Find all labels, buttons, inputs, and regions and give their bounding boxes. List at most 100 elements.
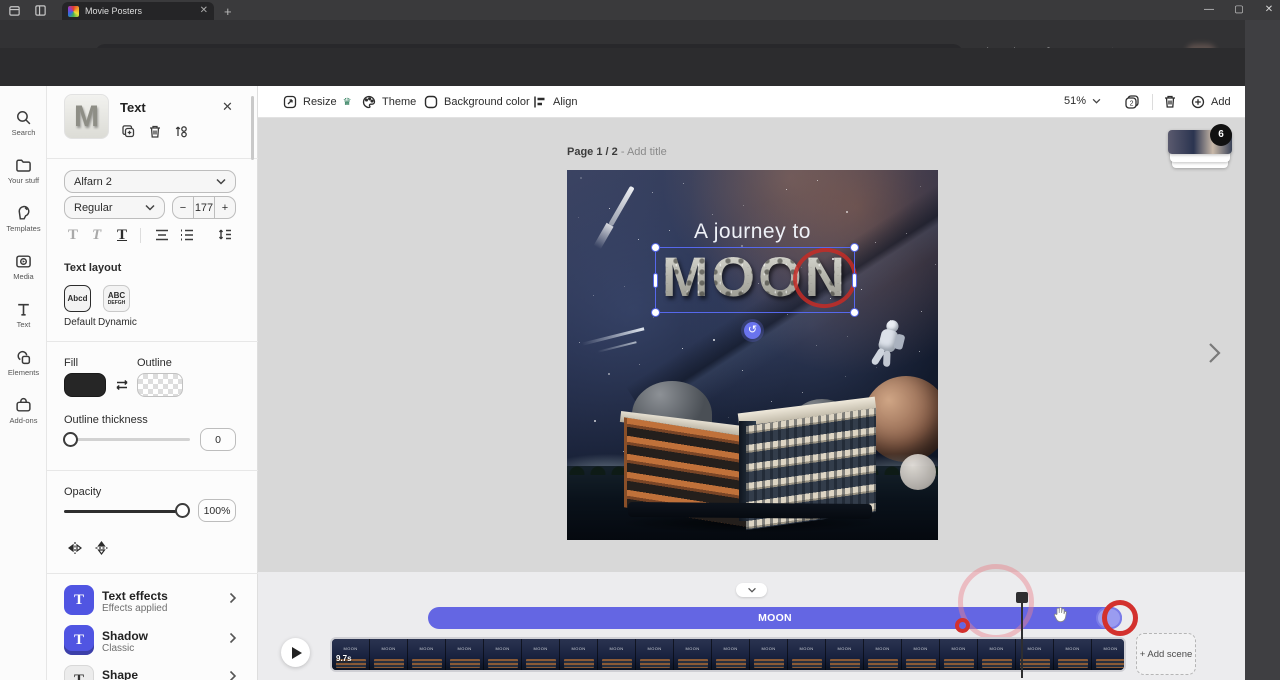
chevron-down-icon	[1092, 98, 1101, 104]
playhead-cap[interactable]	[1016, 592, 1028, 603]
underline-button[interactable]: T	[117, 227, 127, 244]
rotate-handle[interactable]: ↺	[744, 322, 761, 339]
filmstrip-frame: MOON	[1092, 639, 1126, 670]
opacity-value[interactable]: 100%	[198, 499, 236, 522]
selection-handle[interactable]	[651, 308, 660, 317]
rail-item-search[interactable]: Search	[0, 100, 47, 146]
filmstrip-frame: MOON	[712, 639, 750, 670]
text-selection-box[interactable]	[655, 247, 855, 313]
chevron-down-icon	[216, 178, 226, 185]
text-effects-row[interactable]	[229, 592, 237, 604]
line-spacing-button[interactable]	[218, 228, 232, 241]
font-size-increase-button[interactable]: +	[215, 197, 235, 218]
text-effects-subtitle: Effects applied	[102, 603, 167, 614]
filmstrip-frame: MOON	[864, 639, 902, 670]
filmstrip-frame: MOON	[674, 639, 712, 670]
font-size-decrease-button[interactable]: −	[173, 197, 193, 218]
duplicate-icon[interactable]	[121, 124, 136, 139]
next-page-chevron[interactable]	[1208, 342, 1222, 364]
playhead-line[interactable]	[1021, 596, 1023, 678]
opacity-slider[interactable]	[64, 510, 185, 513]
new-tab-button[interactable]: +	[224, 4, 232, 19]
add-scene-button[interactable]: + Add scene	[1136, 633, 1196, 675]
search-icon	[15, 109, 32, 126]
rail-item-templates[interactable]: Templates	[0, 196, 47, 242]
window-maximize-button[interactable]: ▢	[1226, 2, 1252, 18]
opacity-knob[interactable]	[175, 503, 190, 518]
font-weight-value: Regular	[74, 202, 113, 214]
panel-close-icon[interactable]: ✕	[222, 99, 233, 115]
swap-fill-outline-icon[interactable]	[114, 378, 130, 392]
filmstrip-frame: MOON	[940, 639, 978, 670]
delete-page-icon[interactable]	[1163, 94, 1177, 109]
list-button[interactable]	[180, 229, 194, 241]
add-page-button[interactable]: Add	[1191, 95, 1231, 109]
fill-label: Fill	[64, 357, 78, 369]
filmstrip-frame: MOON	[408, 639, 446, 670]
selection-handle[interactable]	[850, 243, 859, 252]
outline-thickness-knob[interactable]	[63, 432, 78, 447]
panel-divider	[47, 341, 258, 342]
flip-horizontal-icon[interactable]	[67, 541, 83, 555]
filmstrip-frame: MOON	[522, 639, 560, 670]
filmstrip[interactable]: MOONMOONMOONMOONMOONMOONMOONMOONMOONMOON…	[330, 637, 1126, 672]
outline-color-swatch[interactable]	[137, 373, 183, 397]
selection-side-handle[interactable]	[653, 273, 658, 288]
rail-item-elements[interactable]: Elements	[0, 340, 47, 386]
font-weight-select[interactable]: Regular	[64, 196, 165, 219]
theme-icon	[362, 95, 376, 109]
align-button[interactable]: Align	[533, 95, 577, 109]
red-annotation-dot	[955, 618, 970, 633]
browser-tab[interactable]: Movie Posters ✕	[62, 2, 214, 20]
theme-button[interactable]: Theme	[362, 95, 416, 109]
rail-item-text[interactable]: Text	[0, 292, 47, 338]
plus-circle-icon	[1191, 95, 1205, 109]
zoom-select[interactable]: 51%	[1064, 95, 1101, 107]
fill-color-swatch[interactable]	[64, 373, 106, 397]
poster-page[interactable]: A journey to MOON ↺	[567, 170, 938, 540]
reorder-layers-icon[interactable]	[174, 124, 189, 139]
templates-icon	[15, 205, 32, 222]
font-family-select[interactable]: Alfarn 2	[64, 170, 236, 193]
rail-item-add-ons[interactable]: Add-ons	[0, 388, 47, 434]
vertical-tabs-icon[interactable]	[34, 4, 47, 17]
layout-default-button[interactable]: Abcd	[64, 285, 91, 312]
rail-item-your-stuff[interactable]: Your stuff	[0, 148, 47, 194]
italic-button[interactable]: T	[92, 227, 101, 244]
resize-button[interactable]: Resize ♛	[283, 95, 352, 109]
flip-vertical-icon[interactable]	[94, 540, 109, 556]
toolbar-divider	[1152, 94, 1153, 110]
shadow-row[interactable]	[229, 632, 237, 644]
outline-thickness-label: Outline thickness	[64, 414, 148, 426]
play-button[interactable]	[281, 638, 310, 667]
window-minimize-button[interactable]: —	[1196, 2, 1222, 18]
align-icon	[533, 95, 547, 109]
text-icon	[15, 301, 32, 318]
shape-row[interactable]	[229, 670, 237, 680]
font-size-value[interactable]: 177	[193, 197, 215, 218]
add-ons-icon	[15, 397, 32, 414]
selection-side-handle[interactable]	[852, 273, 857, 288]
observatory-building	[622, 375, 877, 527]
selection-handle[interactable]	[651, 243, 660, 252]
outline-thickness-value[interactable]: 0	[200, 428, 236, 451]
selection-handle[interactable]	[850, 308, 859, 317]
outline-thickness-slider[interactable]	[64, 438, 190, 441]
window-close-button[interactable]: ✕	[1256, 2, 1280, 18]
text-align-button[interactable]	[155, 229, 169, 241]
duplicate-page-icon[interactable]: 2	[1124, 94, 1140, 110]
poster-subtitle-text[interactable]: A journey to	[567, 220, 938, 244]
browser-tab-strip: Movie Posters ✕ + — ▢ ✕	[0, 0, 1280, 20]
background-color-button[interactable]: Background color	[424, 95, 530, 109]
panel-scrollbar[interactable]	[251, 96, 254, 160]
filmstrip-frame: MOON	[370, 639, 408, 670]
rail-item-media[interactable]: Media	[0, 244, 47, 290]
layout-dynamic-button[interactable]: ABC DEFGH	[103, 285, 130, 312]
small-planet	[900, 454, 936, 490]
timeline-collapse-button[interactable]	[736, 583, 767, 597]
tab-title: Movie Posters	[85, 6, 194, 16]
workspaces-icon[interactable]	[8, 4, 21, 17]
tab-close-icon[interactable]: ✕	[200, 6, 208, 16]
delete-icon[interactable]	[148, 124, 162, 139]
bold-button[interactable]: T	[68, 227, 78, 244]
